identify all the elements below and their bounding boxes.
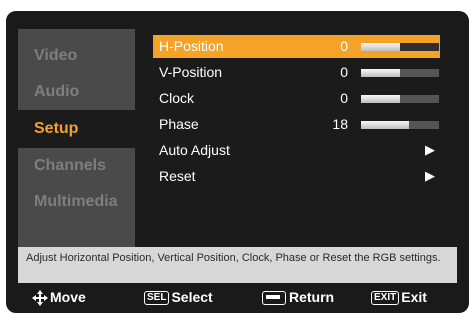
row-value: 18 xyxy=(332,116,348,132)
play-arrow-icon: ▶ xyxy=(425,142,435,157)
level-bar-fill xyxy=(361,69,400,77)
setup-panel: H-Position 0 V-Position 0 Clock 0 Phase … xyxy=(135,29,457,247)
footer-exit-label: Exit xyxy=(401,289,427,305)
menu-row-auto-adjust[interactable]: Auto Adjust ▶ xyxy=(153,139,440,162)
footer-return: Return xyxy=(262,288,334,306)
row-label: Auto Adjust xyxy=(159,142,230,158)
osd-menu-frame: Video Audio Setup Channels Multimedia H-… xyxy=(6,11,469,313)
help-text: Adjust Horizontal Position, Vertical Pos… xyxy=(18,247,457,283)
level-bar[interactable] xyxy=(361,95,439,103)
menu-row-clock[interactable]: Clock 0 xyxy=(153,87,440,110)
sidebar-item-multimedia[interactable]: Multimedia xyxy=(18,183,135,221)
sidebar-item-channels[interactable]: Channels xyxy=(18,147,135,185)
row-value: 0 xyxy=(340,90,348,106)
menu-row-h-position[interactable]: H-Position 0 xyxy=(153,35,440,58)
menu-row-phase[interactable]: Phase 18 xyxy=(153,113,440,136)
four-way-arrow-icon xyxy=(32,290,48,307)
row-label: H-Position xyxy=(159,38,224,54)
sidebar: Video Audio Setup Channels Multimedia xyxy=(18,29,135,247)
level-bar[interactable] xyxy=(361,69,439,77)
row-label: Clock xyxy=(159,90,195,106)
footer-exit: EXIT Exit xyxy=(371,288,427,306)
sidebar-item-video[interactable]: Video xyxy=(18,37,135,75)
footer-key-guide: Move SEL Select Return EXIT Exit xyxy=(18,286,457,308)
row-label: V-Position xyxy=(159,64,223,80)
return-key-icon xyxy=(262,291,286,306)
footer-select-label: Select xyxy=(171,289,213,305)
level-bar-fill xyxy=(361,121,410,129)
sel-key-icon: SEL xyxy=(144,291,170,306)
sidebar-item-audio[interactable]: Audio xyxy=(18,73,135,111)
level-bar[interactable] xyxy=(361,43,439,51)
row-label: Phase xyxy=(159,116,199,132)
row-label: Reset xyxy=(159,168,196,184)
menu-row-reset[interactable]: Reset ▶ xyxy=(153,165,440,188)
footer-move-label: Move xyxy=(50,289,86,305)
level-bar[interactable] xyxy=(361,121,439,129)
level-bar-fill xyxy=(361,95,400,103)
exit-key-icon: EXIT xyxy=(371,291,400,306)
menu-row-v-position[interactable]: V-Position 0 xyxy=(153,61,440,84)
level-bar-fill xyxy=(361,43,400,51)
sidebar-item-setup[interactable]: Setup xyxy=(18,110,135,148)
play-arrow-icon: ▶ xyxy=(425,168,435,183)
footer-select: SEL Select xyxy=(144,288,213,306)
footer-move: Move xyxy=(32,288,86,307)
row-value: 0 xyxy=(340,38,348,54)
footer-return-label: Return xyxy=(289,289,335,305)
row-value: 0 xyxy=(340,64,348,80)
